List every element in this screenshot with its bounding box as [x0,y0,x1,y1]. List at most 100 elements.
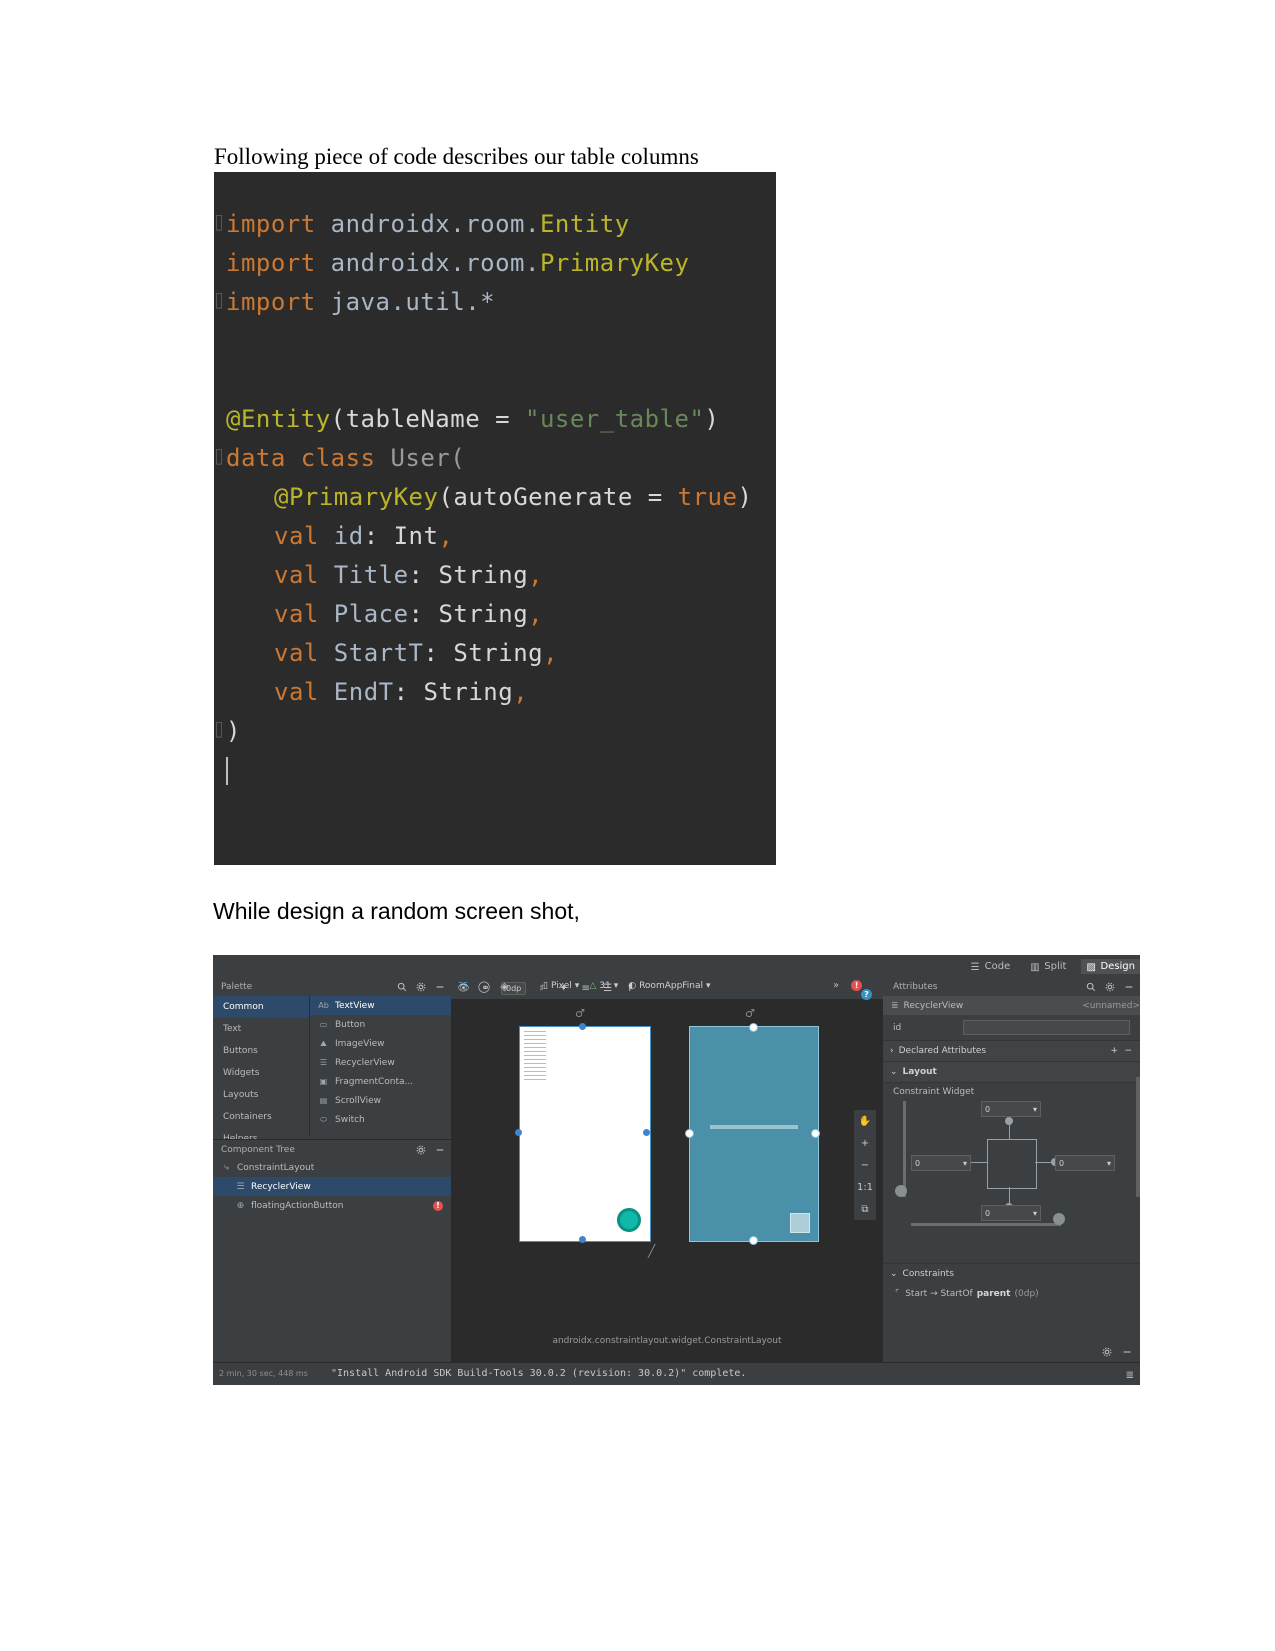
fab-preview[interactable] [617,1208,641,1232]
design-handle-top[interactable] [749,1023,758,1032]
design-preview[interactable] [689,1026,819,1242]
code-fold-marker[interactable]: ⌷ [214,448,224,468]
layers-icon[interactable]: ☷ [458,980,468,993]
tab-split[interactable]: ▥ Split [1025,959,1071,974]
chevron-down-icon[interactable]: ▾ [1107,1159,1111,1168]
vertical-bias-slider[interactable] [903,1101,906,1197]
palette-category-text[interactable]: Text [213,1018,309,1040]
chevron-down-icon[interactable]: ⌄ [890,1269,898,1279]
design-handle-right[interactable] [811,1129,820,1138]
list-icon[interactable]: ≣ [1126,1370,1134,1381]
fab-design-preview[interactable] [790,1213,810,1233]
device-config-toolbar[interactable]: ▯ Pixel ▾ △ 31 ▾ ◐ RoomAppFinal ▾ [543,981,711,991]
gear-icon[interactable] [1102,1347,1112,1357]
warning-icon[interactable]: ! [433,1200,443,1211]
palette-category-containers[interactable]: Containers [213,1106,309,1128]
tab-code[interactable]: ☰ Code [966,959,1016,974]
attributes-header-icons[interactable] [1086,982,1134,992]
chevron-down-icon[interactable]: ▾ [575,981,580,991]
palette-category-common[interactable]: Common [213,996,309,1018]
resize-handle-left[interactable] [515,1129,522,1136]
chevron-down-icon[interactable]: ⌄ [890,1067,898,1077]
design-handle-left[interactable] [685,1129,694,1138]
constraint-widget-box[interactable] [987,1139,1037,1189]
margin-left-spinner[interactable]: 0 ▾ [911,1155,971,1171]
attribute-input-id[interactable] [963,1020,1130,1035]
search-icon[interactable] [397,982,407,992]
minimize-icon[interactable] [1122,1347,1132,1357]
section-layout[interactable]: ⌄ Layout [883,1061,1140,1083]
palette-item-list[interactable]: Ab TextView ▭ Button ⛰ ImageView ☰ RecyclerView… [310,996,451,1136]
design-handle-bottom[interactable] [749,1236,758,1245]
palette-category-layouts[interactable]: Layouts [213,1084,309,1106]
horizontal-bias-handle[interactable] [1053,1213,1065,1225]
minimize-icon[interactable] [435,982,445,992]
chevron-down-icon[interactable]: ▾ [706,981,711,991]
section-constraints[interactable]: ⌄ Constraints [883,1263,1140,1284]
tab-design[interactable]: ▨ Design [1081,959,1140,974]
search-icon[interactable] [1086,982,1096,992]
add-icon[interactable]: + [1110,1046,1118,1056]
margin-top-spinner[interactable]: 0 ▾ [981,1101,1041,1117]
code-fold-marker[interactable]: ⌷ [214,214,224,234]
build-output-icons[interactable] [1102,1347,1132,1357]
component-tree-header-icons[interactable] [416,1145,445,1155]
zoom-level-label[interactable]: 1:1 [854,1176,876,1198]
overflow-icon[interactable]: » [833,980,839,991]
resize-handle-bottom[interactable] [579,1236,586,1243]
palette-item-recyclerview[interactable]: ☰ RecyclerView [310,1053,451,1072]
resize-handle-right[interactable] [643,1129,650,1136]
horizontal-bias-slider[interactable] [911,1223,1061,1226]
help-icon-wrap[interactable]: ? [861,989,872,1000]
gear-icon[interactable] [1105,982,1115,992]
api-selector[interactable]: △ 31 ▾ [589,981,618,991]
chevron-down-icon[interactable]: ▾ [1033,1105,1037,1114]
device-selector[interactable]: ▯ Pixel ▾ [543,981,579,991]
palette-category-widgets[interactable]: Widgets [213,1062,309,1084]
vertical-bias-handle[interactable] [895,1185,907,1197]
component-tree-nodes[interactable]: ⤷ ConstraintLayout ☰ RecyclerView ⊕ floatingA… [213,1158,451,1308]
pan-icon[interactable]: ✋ [854,1110,876,1132]
palette-header-icons[interactable] [397,982,445,992]
palette-item-button[interactable]: ▭ Button [310,1015,451,1034]
remove-icon[interactable]: − [1124,1046,1132,1056]
code-fold-marker[interactable]: ⌷ [214,292,224,312]
palette-item-textview[interactable]: Ab TextView [310,996,451,1015]
chevron-right-icon[interactable]: › [890,1046,894,1056]
zoom-in-icon[interactable]: + [854,1132,876,1154]
orientation-icon[interactable]: ◈ [500,980,508,993]
design-mode-icons[interactable]: ☷ ◯ ◈ [458,980,509,993]
layout-canvas[interactable]: ♂ ╱ ♂ ✋ + −1:1 ⧉ androidx.constraintlayout.… [451,999,883,1362]
resize-corner[interactable]: ╱ [648,1244,655,1258]
minimize-icon[interactable] [435,1145,445,1155]
attributes-scrollbar[interactable] [1136,1077,1140,1197]
palette-item-scrollview[interactable]: ▤ ScrollView [310,1091,451,1110]
gear-icon[interactable] [416,982,426,992]
blueprint-toggle-icon[interactable]: ◯ [478,980,490,993]
margin-bottom-spinner[interactable]: 0 ▾ [981,1205,1041,1221]
palette-category-list[interactable]: Common Text Buttons Widgets Layouts Container… [213,996,310,1144]
constraint-widget[interactable]: 0 ▾ 0 ▾ 0 ▾ 0 ▾ [883,1101,1140,1253]
chevron-down-icon[interactable]: ▾ [614,981,619,991]
help-icon[interactable]: ? [861,989,872,1000]
margin-right-spinner[interactable]: 0 ▾ [1055,1155,1115,1171]
palette-item-switch[interactable]: ⬭ Switch [310,1110,451,1129]
tree-node-floatingactionbutton[interactable]: ⊕ floatingActionButton! [213,1196,451,1215]
section-declared-attributes[interactable]: › Declared Attributes + − [883,1040,1140,1062]
minimize-icon[interactable] [1124,982,1134,992]
zoom-controls[interactable]: ✋ + −1:1 ⧉ [853,1109,877,1221]
zoom-out-icon[interactable]: − [854,1154,876,1176]
tree-node-recyclerview[interactable]: ☰ RecyclerView [213,1177,451,1196]
palette-item-fragmentconta[interactable]: ▣ FragmentConta... [310,1072,451,1091]
blueprint-preview[interactable] [519,1026,651,1242]
tree-node-constraintlayout[interactable]: ⤷ ConstraintLayout [213,1158,451,1177]
zoom-fit-icon[interactable]: ⧉ [854,1198,876,1220]
palette-category-buttons[interactable]: Buttons [213,1040,309,1062]
chevron-down-icon[interactable]: ▾ [963,1159,967,1168]
attribute-row-id[interactable]: id [883,1017,1140,1038]
code-fold-marker[interactable]: ⌷ [214,721,224,741]
constraint-pin-top[interactable]: ♂ [575,1007,585,1020]
palette-item-imageview[interactable]: ⛰ ImageView [310,1034,451,1053]
toolbar-right-icons[interactable]: » ! [833,980,863,991]
editor-mode-tabs[interactable]: ☰ Code ▥ Split ▨ Design [966,958,1140,975]
